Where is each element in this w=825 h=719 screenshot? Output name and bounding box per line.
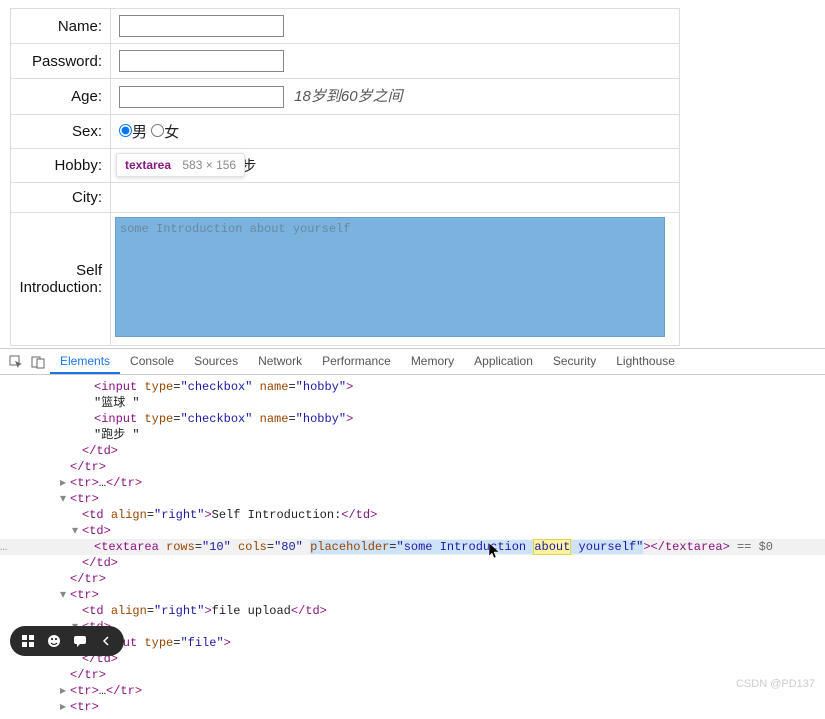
- sex-male-radio[interactable]: [119, 124, 132, 137]
- tree-caret-icon[interactable]: ▾: [60, 491, 66, 507]
- self-intro-textarea[interactable]: [115, 217, 665, 337]
- chat-icon[interactable]: [72, 633, 88, 649]
- age-hint: 18岁到60岁之间: [294, 88, 402, 105]
- tree-caret-icon[interactable]: ▸: [60, 699, 66, 715]
- sex-female-label: 女: [164, 124, 179, 141]
- devtools-tab-performance[interactable]: Performance: [312, 350, 401, 374]
- dom-line[interactable]: ▾<td>: [0, 619, 825, 635]
- tree-caret-icon[interactable]: ▾: [72, 523, 78, 539]
- dom-line[interactable]: </tr>: [0, 571, 825, 587]
- dom-line[interactable]: </td>: [0, 555, 825, 571]
- form-table: Name: Password: Age: 18岁到60岁之间 Sex: 男 女 …: [10, 8, 680, 346]
- sex-female-radio[interactable]: [151, 124, 164, 137]
- name-input[interactable]: [119, 15, 284, 37]
- dom-line[interactable]: "跑步 ": [0, 427, 825, 443]
- devtools-tab-sources[interactable]: Sources: [184, 350, 248, 374]
- form-panel: Name: Password: Age: 18岁到60岁之间 Sex: 男 女 …: [0, 0, 825, 346]
- devtools-tab-console[interactable]: Console: [120, 350, 184, 374]
- dom-line[interactable]: ▾<td>: [0, 523, 825, 539]
- sex-label: Sex:: [11, 114, 111, 148]
- device-toggle-icon[interactable]: [28, 352, 48, 372]
- password-label: Password:: [11, 44, 111, 79]
- devtools-tabbar: ElementsConsoleSourcesNetworkPerformance…: [0, 349, 825, 375]
- dom-line[interactable]: ▸<tr>…</tr>: [0, 683, 825, 699]
- inspect-element-icon[interactable]: [6, 352, 26, 372]
- dom-line[interactable]: "篮球 ": [0, 395, 825, 411]
- tree-caret-icon[interactable]: ▾: [60, 587, 66, 603]
- devtools-tab-lighthouse[interactable]: Lighthouse: [606, 350, 685, 374]
- smile-icon[interactable]: [46, 633, 62, 649]
- dom-line[interactable]: </tr>: [0, 667, 825, 683]
- tree-caret-icon[interactable]: ▸: [60, 475, 66, 491]
- dom-line[interactable]: ▸<tr>: [0, 699, 825, 715]
- devtools-tab-network[interactable]: Network: [248, 350, 312, 374]
- tooltip-tag: textarea: [125, 158, 171, 172]
- dom-line[interactable]: <input type="checkbox" name="hobby">: [0, 411, 825, 427]
- watermark: CSDN @PD137: [736, 678, 815, 690]
- grid-icon[interactable]: [20, 633, 36, 649]
- devtools-tab-elements[interactable]: Elements: [50, 350, 120, 374]
- dom-line[interactable]: ▾<tr>: [0, 491, 825, 507]
- password-input[interactable]: [119, 50, 284, 72]
- age-input[interactable]: [119, 86, 284, 108]
- name-label: Name:: [11, 9, 111, 44]
- dom-line[interactable]: ▸<tr>…</tr>: [0, 475, 825, 491]
- dom-line[interactable]: </td>: [0, 651, 825, 667]
- dom-line[interactable]: </tr>: [0, 459, 825, 475]
- sex-male-label: 男: [132, 124, 147, 141]
- devtools-tab-security[interactable]: Security: [543, 350, 606, 374]
- city-label: City:: [11, 182, 111, 212]
- dom-line[interactable]: <td align="right">Self Introduction:</td…: [0, 507, 825, 523]
- chevron-left-icon[interactable]: [98, 633, 114, 649]
- age-label: Age:: [11, 79, 111, 115]
- devtools-dom-tree[interactable]: <input type="checkbox" name="hobby">"篮球 …: [0, 375, 825, 719]
- dom-line[interactable]: <input type="checkbox" name="hobby">: [0, 379, 825, 395]
- dom-line[interactable]: ▾<tr>: [0, 587, 825, 603]
- tree-caret-icon[interactable]: ▸: [60, 683, 66, 699]
- devtools-tab-application[interactable]: Application: [464, 350, 543, 374]
- devtools-tab-memory[interactable]: Memory: [401, 350, 464, 374]
- dom-line[interactable]: </td>: [0, 443, 825, 459]
- dom-line[interactable]: …<textarea rows="10" cols="80" placehold…: [0, 539, 825, 555]
- self-intro-label: Self Introduction:: [11, 212, 111, 345]
- tooltip-dims: 583 × 156: [182, 158, 236, 172]
- floating-toolbar[interactable]: [10, 626, 124, 656]
- dom-line[interactable]: <td align="right">file upload</td>: [0, 603, 825, 619]
- hobby-label: Hobby:: [11, 148, 111, 182]
- devtools-panel: ElementsConsoleSourcesNetworkPerformance…: [0, 348, 825, 702]
- inspect-tooltip: textarea 583 × 156: [116, 153, 245, 177]
